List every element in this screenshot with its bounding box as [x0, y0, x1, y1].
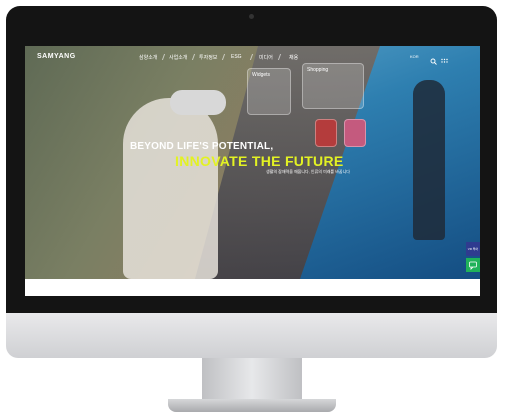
monitor-stand-neck [202, 358, 302, 402]
app-tile-pink [344, 119, 366, 147]
language-toggle[interactable]: KOR [410, 54, 419, 59]
nav-item-esg[interactable]: ESG [231, 54, 242, 60]
app-tile-red [315, 119, 337, 147]
nav-item-careers[interactable]: 채용 [289, 54, 298, 61]
nav-separator [221, 54, 226, 60]
hero-headline-secondary: INNOVATE THE FUTURE [175, 153, 344, 169]
vr-headset [170, 90, 226, 115]
chat-button[interactable] [466, 258, 480, 272]
chat-icon [469, 261, 477, 270]
nav-separator [277, 54, 282, 60]
person-standing-vr [413, 80, 445, 240]
monitor-chin [6, 313, 497, 358]
nav-item-business[interactable]: 사업소개 [169, 54, 187, 61]
nav-separator [249, 54, 254, 60]
monitor-stand-base [168, 399, 336, 412]
nav-separator [161, 54, 166, 60]
nav-separator [191, 54, 196, 60]
screen-bottom-white-area [25, 279, 480, 296]
hero-headline-primary: BEYOND LIFE'S POTENTIAL, [130, 141, 274, 152]
nav-item-media[interactable]: 미디어 [259, 54, 273, 61]
monitor: Widgets Shopping SAMYANG 삼양소개 사업소개 투자정보 … [6, 6, 497, 416]
nav-item-investor[interactable]: 투자정보 [199, 54, 217, 61]
widget-card-label: Widgets [252, 72, 271, 78]
website-screen: Widgets Shopping SAMYANG 삼양소개 사업소개 투자정보 … [25, 46, 480, 296]
search-icon[interactable] [430, 52, 437, 70]
person-with-vr-headset [123, 98, 218, 279]
camera-dot [249, 14, 254, 19]
shopping-card: Shopping [302, 63, 364, 109]
widget-card: Widgets [247, 68, 291, 115]
site-header: SAMYANG 삼양소개 사업소개 투자정보 ESG 미디어 채용 KOR [25, 46, 480, 66]
nav-item-about[interactable]: 삼양소개 [139, 54, 157, 61]
shopping-card-label: Shopping [307, 67, 329, 73]
menu-grid-icon[interactable] [441, 52, 448, 70]
hero-subline: 생활의 잠재력을 깨웁니다, 인류의 미래를 바꿉니다 [266, 169, 350, 174]
vr-tour-button[interactable]: VR 투어 [466, 242, 480, 256]
site-logo[interactable]: SAMYANG [37, 53, 76, 60]
